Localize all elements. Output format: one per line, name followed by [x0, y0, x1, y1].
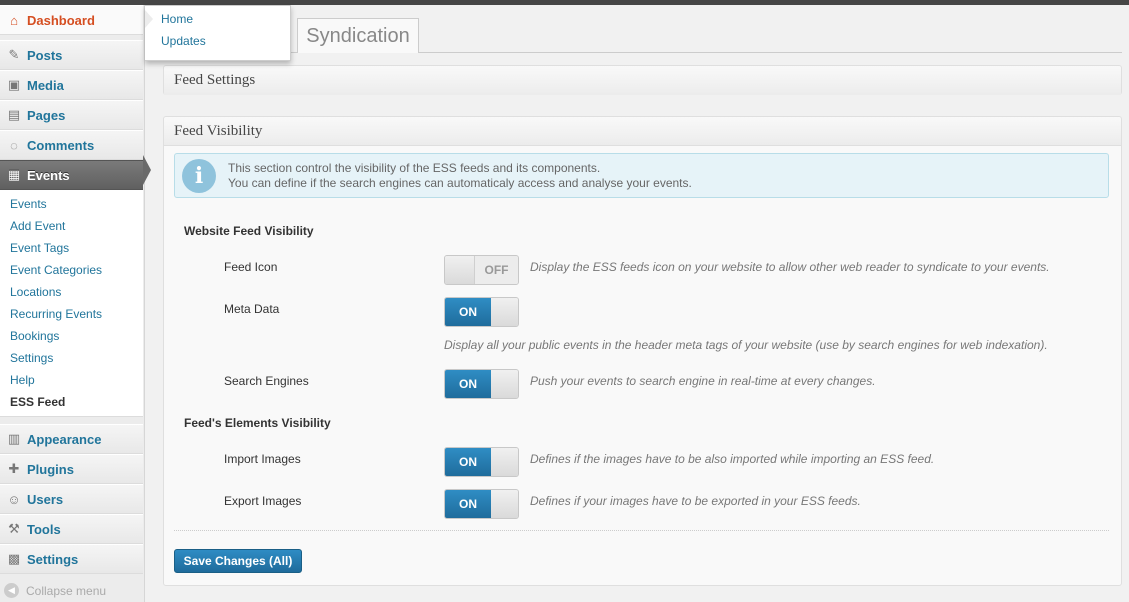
toggle-state: ON — [445, 298, 491, 326]
admin-sidebar: ⌂ Dashboard ✎ Posts ▣ Media ▤ Pages ◌ Co… — [0, 5, 145, 602]
current-menu-pointer — [143, 155, 151, 185]
collapse-menu-label: Collapse menu — [26, 583, 107, 598]
toggle-state: OFF — [474, 256, 518, 284]
feed-icon-toggle[interactable]: OFF — [444, 255, 519, 285]
sidebar-item-label: Dashboard — [27, 12, 95, 28]
toggle-knob — [445, 256, 474, 284]
settings-icon: ▩ — [7, 551, 21, 566]
submenu-item-event-categories[interactable]: Event Categories — [10, 261, 102, 279]
sidebar-item-pages[interactable]: ▤ Pages — [0, 100, 143, 130]
toggle-state: ON — [445, 448, 491, 476]
info-text: This section control the visibility of t… — [228, 161, 692, 191]
flyout-item-updates[interactable]: Updates — [161, 34, 206, 48]
sidebar-item-label: Comments — [27, 137, 95, 153]
media-icon: ▣ — [7, 77, 21, 92]
comment-icon: ◌ — [10, 137, 18, 153]
submenu-item-events[interactable]: Events — [10, 195, 47, 213]
feed-settings-title[interactable]: Feed Settings — [164, 66, 1121, 95]
sidebar-item-media[interactable]: ▣ Media — [0, 70, 143, 100]
toggle-knob — [491, 490, 518, 518]
collapse-menu-button[interactable]: ◀ Collapse menu — [4, 583, 106, 598]
info-notice: i This section control the visibility of… — [174, 153, 1109, 198]
flyout-item-home[interactable]: Home — [161, 12, 193, 26]
calendar-icon: ▦ — [7, 167, 21, 182]
info-line-1: This section control the visibility of t… — [228, 161, 601, 175]
submenu-item-bookings[interactable]: Bookings — [10, 327, 59, 345]
collapse-arrow-icon: ◀ — [4, 583, 19, 598]
pin-icon: ✎ — [8, 47, 20, 62]
sidebar-item-label: Settings — [27, 551, 79, 567]
toggle-knob — [491, 370, 518, 398]
import-images-toggle[interactable]: ON — [444, 447, 519, 477]
meta-data-description: Display all your public events in the he… — [444, 338, 1048, 352]
submenu-item-recurring-events[interactable]: Recurring Events — [10, 305, 102, 323]
sidebar-item-label: Users — [27, 491, 64, 507]
feed-icon-description: Display the ESS feeds icon on your websi… — [530, 260, 1050, 274]
sidebar-item-settings[interactable]: ▩ Settings — [0, 544, 143, 574]
sidebar-item-plugins[interactable]: ✚ Plugins — [0, 454, 143, 484]
sidebar-item-label: Appearance — [27, 431, 102, 447]
sidebar-item-label: Tools — [27, 521, 61, 537]
sidebar-item-label: Media — [27, 77, 64, 93]
submenu-item-locations[interactable]: Locations — [10, 283, 61, 301]
sidebar-item-label: Pages — [27, 107, 66, 123]
sidebar-item-events[interactable]: ▦ Events — [0, 160, 143, 190]
sidebar-item-label: Events — [27, 167, 70, 183]
export-images-description: Defines if your images have to be export… — [530, 494, 861, 508]
export-images-label: Export Images — [224, 494, 302, 508]
save-changes-button[interactable]: Save Changes (All) — [174, 549, 302, 573]
search-engines-toggle[interactable]: ON — [444, 369, 519, 399]
dashboard-flyout-menu: Home Updates — [145, 5, 291, 61]
website-feed-visibility-heading: Website Feed Visibility — [184, 224, 314, 238]
flyout-pointer — [145, 10, 153, 28]
events-submenu: Events Add Event Event Tags Event Catego… — [0, 190, 143, 417]
toggle-knob — [491, 448, 518, 476]
tools-icon: ⚒ — [8, 521, 20, 536]
feed-icon-label: Feed Icon — [224, 260, 278, 274]
feed-settings-panel: Feed Settings — [163, 65, 1122, 95]
feed-visibility-title[interactable]: Feed Visibility — [164, 117, 1121, 146]
pages-icon: ▤ — [7, 107, 21, 122]
tab-syndication[interactable]: Syndication — [297, 18, 419, 53]
info-icon: i — [182, 159, 216, 193]
home-icon: ⌂ — [10, 12, 18, 28]
toggle-knob — [491, 298, 518, 326]
submenu-item-ess-feed[interactable]: ESS Feed — [10, 393, 65, 411]
appearance-icon: ▥ — [7, 431, 21, 446]
sidebar-item-label: Plugins — [27, 461, 74, 477]
import-images-label: Import Images — [224, 452, 301, 466]
toggle-state: ON — [445, 490, 491, 518]
meta-data-toggle[interactable]: ON — [444, 297, 519, 327]
submenu-item-help[interactable]: Help — [10, 371, 35, 389]
users-icon: ☺ — [7, 491, 21, 507]
import-images-description: Defines if the images have to be also im… — [530, 452, 935, 466]
sidebar-item-comments[interactable]: ◌ Comments — [0, 130, 143, 160]
info-line-2: You can define if the search engines can… — [228, 176, 692, 190]
export-images-toggle[interactable]: ON — [444, 489, 519, 519]
sidebar-item-dashboard[interactable]: ⌂ Dashboard — [0, 5, 143, 35]
search-engines-description: Push your events to search engine in rea… — [530, 374, 876, 388]
submenu-item-event-tags[interactable]: Event Tags — [10, 239, 69, 257]
toggle-state: ON — [445, 370, 491, 398]
section-divider — [174, 530, 1109, 531]
sidebar-item-posts[interactable]: ✎ Posts — [0, 40, 143, 70]
search-engines-label: Search Engines — [224, 374, 309, 388]
sidebar-item-label: Posts — [27, 47, 63, 63]
sidebar-item-users[interactable]: ☺ Users — [0, 484, 143, 514]
feed-elements-visibility-heading: Feed's Elements Visibility — [184, 416, 331, 430]
meta-data-label: Meta Data — [224, 302, 280, 316]
plug-icon: ✚ — [8, 461, 20, 476]
submenu-item-add-event[interactable]: Add Event — [10, 217, 65, 235]
sidebar-item-appearance[interactable]: ▥ Appearance — [0, 424, 143, 454]
sidebar-item-tools[interactable]: ⚒ Tools — [0, 514, 143, 544]
submenu-item-settings[interactable]: Settings — [10, 349, 53, 367]
feed-visibility-panel: Feed Visibility i This section control t… — [163, 116, 1122, 586]
